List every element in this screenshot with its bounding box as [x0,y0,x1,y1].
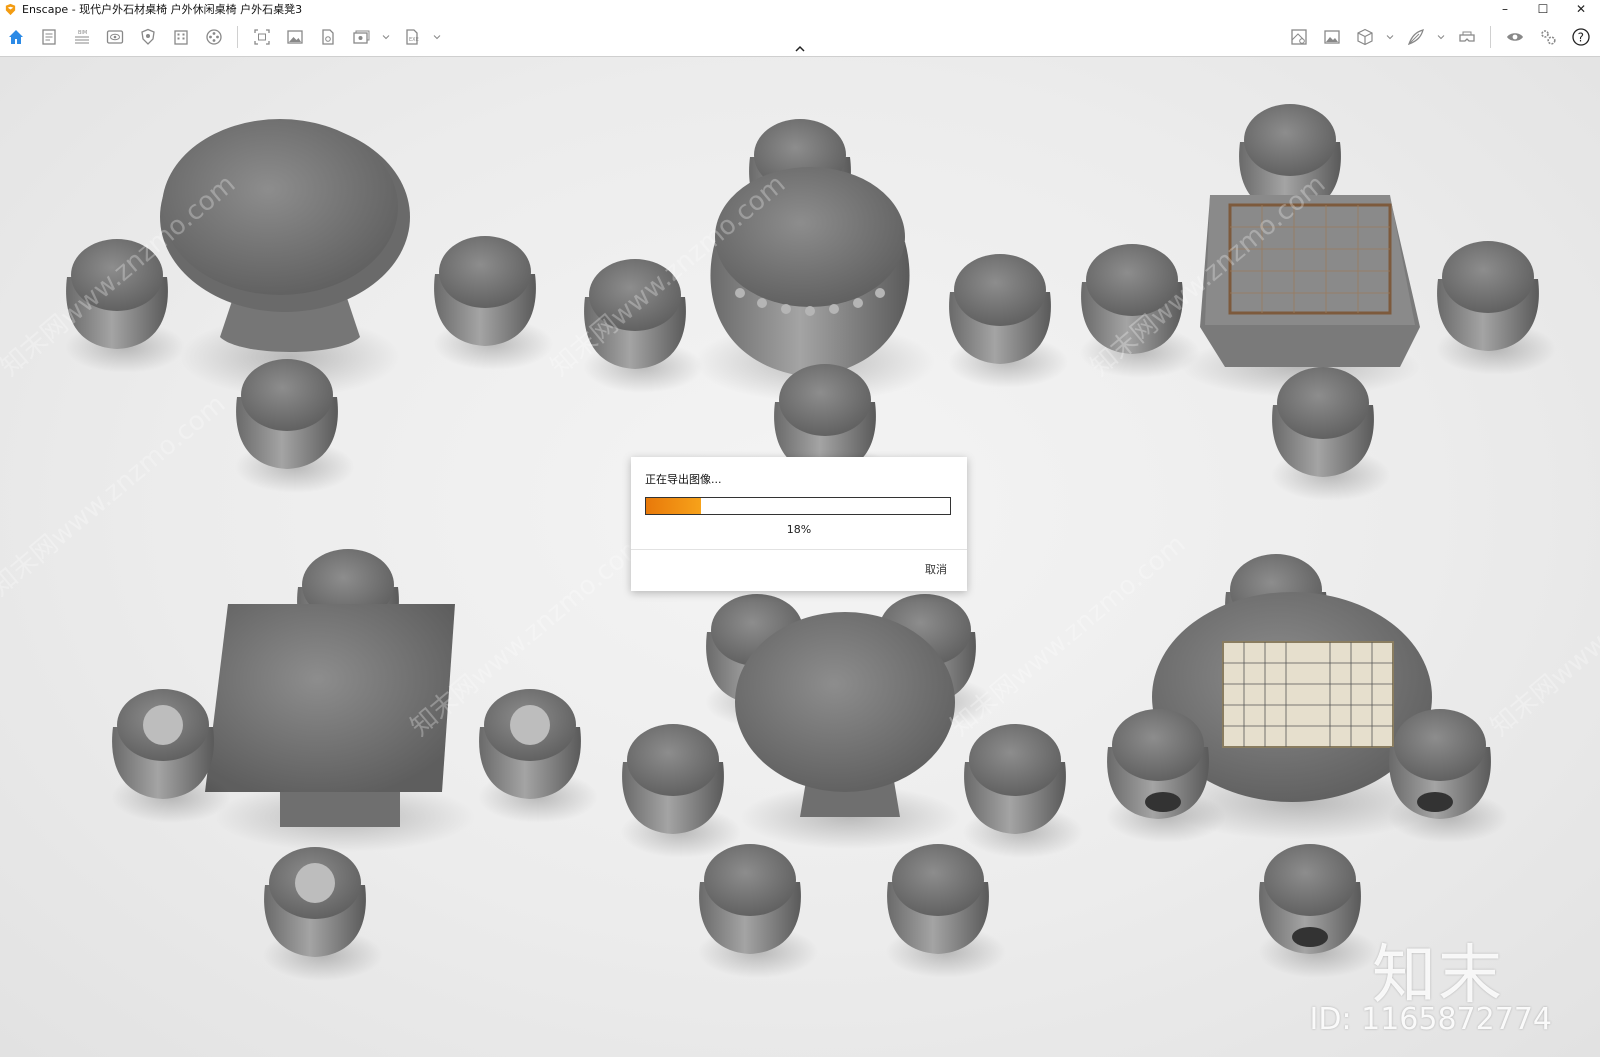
title-bar: Enscape - 现代户外石材桌椅 户外休闲桌椅 户外石桌凳3 – ☐ ✕ [0,0,1600,18]
stone-set-square-table [111,549,598,981]
help-icon[interactable]: ? [1569,26,1592,48]
building-icon[interactable] [169,26,192,48]
toolbar: BIM EXE ? [0,18,1600,57]
leaf-dropdown[interactable] [1437,26,1445,48]
batch-render-dropdown[interactable] [382,26,390,48]
export-file-icon[interactable]: EXE [400,26,423,48]
batch-render-icon[interactable] [349,26,372,48]
cube-dropdown[interactable] [1386,26,1394,48]
capture-frame-icon[interactable] [250,26,273,48]
svg-text:?: ? [1577,31,1583,45]
settings-icon[interactable] [1536,26,1559,48]
progress-bar-fill [646,498,701,514]
stone-set-chess-table [1080,104,1556,501]
dialog-divider [631,549,967,550]
material-icon[interactable] [1287,26,1310,48]
maximize-button[interactable]: ☐ [1524,0,1562,18]
toolbar-separator [237,26,238,48]
toolbar-right-group: ? [1287,26,1592,48]
svg-text:EXE: EXE [409,37,419,43]
home-icon[interactable] [4,26,27,48]
shield-icon[interactable] [136,26,159,48]
window-title: Enscape - 现代户外石材桌椅 户外休闲桌椅 户外石桌凳3 [22,3,303,16]
export-progress-dialog: 正在导出图像... 18% 取消 [631,457,967,591]
enscape-logo-icon [5,3,16,15]
minimize-button[interactable]: – [1486,0,1524,18]
toolbar-separator [1490,26,1491,48]
image-icon[interactable] [283,26,306,48]
film-reel-icon[interactable] [202,26,225,48]
dialog-title: 正在导出图像... [645,473,722,486]
window-controls: – ☐ ✕ [1486,0,1600,18]
toolbar-left-group: BIM EXE [4,26,441,48]
collapse-toolbar-chevron-icon[interactable] [793,43,807,55]
close-button[interactable]: ✕ [1562,0,1600,18]
export-dropdown[interactable] [433,26,441,48]
picture-library-icon[interactable] [1320,26,1343,48]
bim-icon[interactable]: BIM [70,26,93,48]
stone-set-drum-table [583,119,1068,498]
document-icon[interactable] [37,26,60,48]
progress-bar [645,497,951,515]
svg-text:知末网www.znzmo.com: 知末网www.znzmo.com [0,389,231,602]
stone-set-round-stools [621,594,1083,978]
stone-set-chess-round-table [1106,554,1508,978]
eye-panel-icon[interactable] [103,26,126,48]
leaf-brush-icon[interactable] [1404,26,1427,48]
cancel-button[interactable]: 取消 [925,561,947,577]
stone-set-round-table [65,119,553,493]
cube-icon[interactable] [1353,26,1376,48]
file-export-icon[interactable] [316,26,339,48]
svg-text:知末网www.znzmo.com: 知末网www.znzmo.com [1485,529,1600,742]
vr-headset-icon[interactable] [1455,26,1478,48]
visibility-icon[interactable] [1503,26,1526,48]
watermark-id: ID: 1165872774 [1309,1002,1552,1037]
progress-percentage: 18% [786,523,812,536]
svg-text:BIM: BIM [78,30,87,36]
